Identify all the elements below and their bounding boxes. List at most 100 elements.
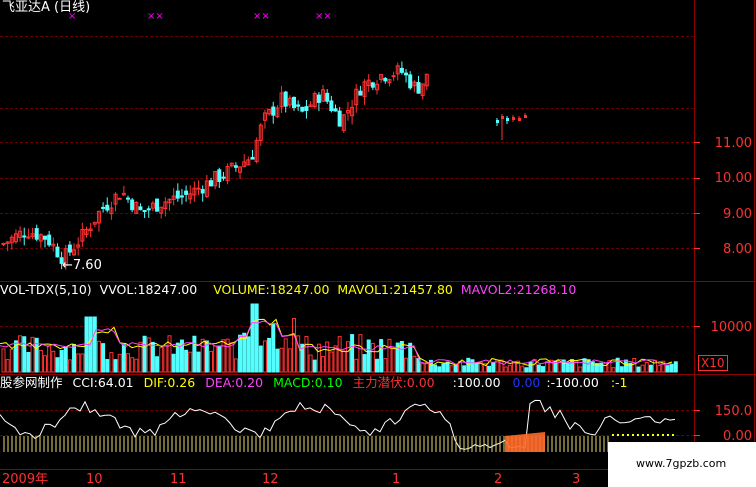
volume-bar <box>470 359 475 373</box>
volume-bar <box>283 338 288 373</box>
candle-body <box>370 82 375 88</box>
zero-dot <box>637 434 639 436</box>
volume-bar <box>92 316 97 373</box>
volume-bar <box>217 345 222 373</box>
stock-title: 飞亚达A (日线) <box>2 0 91 15</box>
volume-bar <box>47 345 52 373</box>
level-minus1-value: :-1 <box>610 375 628 390</box>
volume-bar <box>275 348 280 373</box>
volume-bar <box>545 361 550 373</box>
volume-bar <box>536 364 541 373</box>
candle-body <box>304 106 309 111</box>
macd-value: MACD:0.10 <box>273 375 343 390</box>
candle-body <box>399 67 404 73</box>
volume-bar <box>38 349 43 373</box>
volume-axis-label: 10000 <box>710 320 752 335</box>
volume-bar <box>267 337 272 373</box>
volume-bar <box>491 362 496 373</box>
volume-bar <box>163 344 168 373</box>
time-label: 12 <box>262 472 279 487</box>
candle-body <box>329 100 334 112</box>
volume-bar <box>520 365 525 373</box>
low-price-marker: ←7.60 <box>62 258 102 273</box>
candle-body <box>358 90 363 96</box>
volume-bar <box>113 359 118 373</box>
volume-bar <box>341 350 346 373</box>
volume-bar <box>445 361 450 373</box>
volume-bar <box>611 367 616 373</box>
volume-bar <box>229 342 234 373</box>
volume-bar <box>370 342 375 373</box>
volume-bar <box>196 351 201 373</box>
candle-body <box>233 165 238 168</box>
volume-bar <box>362 354 367 373</box>
volume-bar <box>366 339 371 373</box>
axis-tick <box>694 435 700 436</box>
vvol-value: VVOL:18247.00 <box>99 282 198 297</box>
top-marker: ×× <box>147 11 164 22</box>
volume-bar <box>146 337 151 373</box>
candle-body <box>404 72 409 76</box>
candle-body <box>126 197 130 200</box>
time-label: 3 <box>572 472 581 487</box>
candle-body <box>175 190 180 199</box>
candle-body <box>221 176 226 179</box>
price-axis-label: 9.00 <box>723 207 752 222</box>
volume-bar <box>262 340 267 373</box>
volume-bar <box>487 365 492 373</box>
axis-tick <box>694 213 700 214</box>
volume-bar <box>9 348 14 373</box>
volume-bar <box>246 336 251 373</box>
volume-bar <box>437 366 442 373</box>
volume-bar <box>433 364 438 373</box>
candle-body <box>34 228 39 240</box>
volume-bar <box>570 359 575 373</box>
candle-body <box>67 244 72 253</box>
zero-dot <box>642 434 644 436</box>
volume-bar <box>167 335 172 373</box>
candle-body <box>296 104 301 107</box>
volume-bar <box>175 342 180 373</box>
candle-body <box>142 209 147 212</box>
volume-bar <box>391 348 396 373</box>
candle-body <box>130 199 135 211</box>
candle-body <box>250 156 255 160</box>
volume-bar <box>408 342 413 373</box>
dif-value: DIF:0.26 <box>143 375 196 390</box>
volume-bar <box>582 358 587 373</box>
volume-bar <box>96 340 101 373</box>
candle-body <box>408 74 413 89</box>
volume-bar <box>59 349 64 373</box>
candle-body <box>325 92 330 102</box>
zero-dot <box>612 434 614 436</box>
volume-bar <box>242 332 247 373</box>
dea-value: DEA:0.20 <box>205 375 264 390</box>
zero-dot <box>657 434 659 436</box>
volume-bar <box>159 346 164 373</box>
volume-bar <box>640 364 645 373</box>
volume-bar <box>644 362 649 373</box>
volume-bar <box>1 348 6 373</box>
volume-bar <box>329 351 334 373</box>
volume-bar <box>126 353 130 373</box>
candle-body <box>496 120 499 123</box>
candle-body <box>22 235 27 238</box>
volume-bar <box>188 351 193 373</box>
volume-bar <box>657 365 662 373</box>
volume-bar <box>287 348 292 373</box>
volume-bar <box>279 347 284 373</box>
candle-body <box>292 96 296 109</box>
volume-bar <box>358 334 363 373</box>
volume-bar <box>121 344 126 373</box>
candle-body <box>184 190 189 195</box>
volume-bar <box>466 357 471 373</box>
volume-bar <box>117 353 122 373</box>
volume-bar <box>22 336 27 373</box>
candle-body <box>300 106 305 112</box>
volume-bar <box>541 366 545 373</box>
volume-bar <box>462 365 467 373</box>
volume-bar <box>271 324 276 373</box>
volume-bar <box>155 356 160 373</box>
candle-body <box>383 77 388 82</box>
indicator-header: 股参网制作 CCI:64.01 DIF:0.26 DEA:0.20 MACD:0… <box>0 375 628 390</box>
